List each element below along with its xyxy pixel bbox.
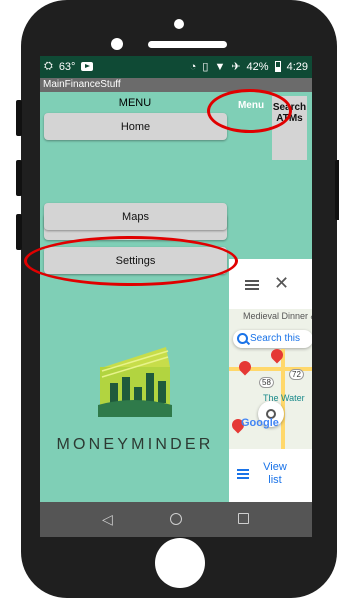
speaker-grille <box>148 41 227 48</box>
battery-icon <box>274 61 281 72</box>
view-list-button[interactable]: View list <box>229 449 312 502</box>
vibrate-icon: ▯ <box>202 61 209 73</box>
volume-button-lower <box>16 160 22 196</box>
annotation-circle-menu <box>207 89 292 133</box>
list-icon <box>237 469 249 479</box>
app-title: MainFinanceStuff <box>40 78 312 92</box>
clock-time: 4:29 <box>286 60 308 73</box>
battery-percent: 42% <box>246 60 269 73</box>
front-camera <box>111 38 123 50</box>
recent-apps-icon[interactable] <box>238 513 249 524</box>
google-logo: Google <box>241 417 279 429</box>
map-toolbar: ✕ <box>229 259 312 310</box>
map-panel: ✕ Medieval Dinner & Tourn Search this 72… <box>229 259 312 502</box>
search-this-area-button[interactable]: Search this <box>233 330 312 348</box>
menu-panel: MENU Home Charts Maps Settings <box>40 92 230 502</box>
wifi-icon: ▼ <box>214 60 226 73</box>
moneyminder-logo <box>98 347 172 417</box>
weather-icon: ⛭ <box>44 60 53 72</box>
map-view[interactable]: Medieval Dinner & Tourn Search this 72 5… <box>229 309 312 449</box>
airplane-icon: ✈ <box>231 61 241 73</box>
search-icon <box>237 333 248 344</box>
annotation-circle-settings <box>24 236 238 286</box>
map-place-label: Medieval Dinner & Tourn <box>243 311 312 321</box>
status-bar: ⛭ 63° ◔ ▯ ▼ ✈ 42% 4:29 <box>40 56 312 78</box>
home-icon[interactable] <box>170 513 182 525</box>
youtube-icon <box>81 62 94 71</box>
route-shield-2: 58 <box>259 377 274 388</box>
route-shield: 72 <box>289 369 304 380</box>
hamburger-icon[interactable] <box>245 280 259 290</box>
home-button[interactable]: Home <box>44 113 227 140</box>
front-sensor <box>174 19 184 29</box>
power-button <box>16 214 22 250</box>
home-hardware-button[interactable] <box>155 538 205 588</box>
phone-frame: ⛭ 63° ◔ ▯ ▼ ✈ 42% 4:29 MainFinanceStuff … <box>0 0 339 599</box>
view-list-label: View list <box>263 461 287 486</box>
volume-button <box>16 100 22 136</box>
temperature-text: 63° <box>58 60 76 73</box>
menu-title: MENU <box>118 97 152 109</box>
back-icon[interactable]: ◁ <box>102 511 113 528</box>
maps-button[interactable]: Maps <box>44 203 227 230</box>
side-button-right <box>335 160 339 220</box>
brand-name: MONEYMINDER <box>56 436 214 453</box>
close-icon[interactable]: ✕ <box>274 273 289 294</box>
atm-pin-icon[interactable] <box>236 358 254 376</box>
alarm-icon: ◔ <box>189 60 197 73</box>
search-this-area-label: Search this <box>250 333 301 344</box>
android-nav-bar: ◁ <box>40 502 312 537</box>
